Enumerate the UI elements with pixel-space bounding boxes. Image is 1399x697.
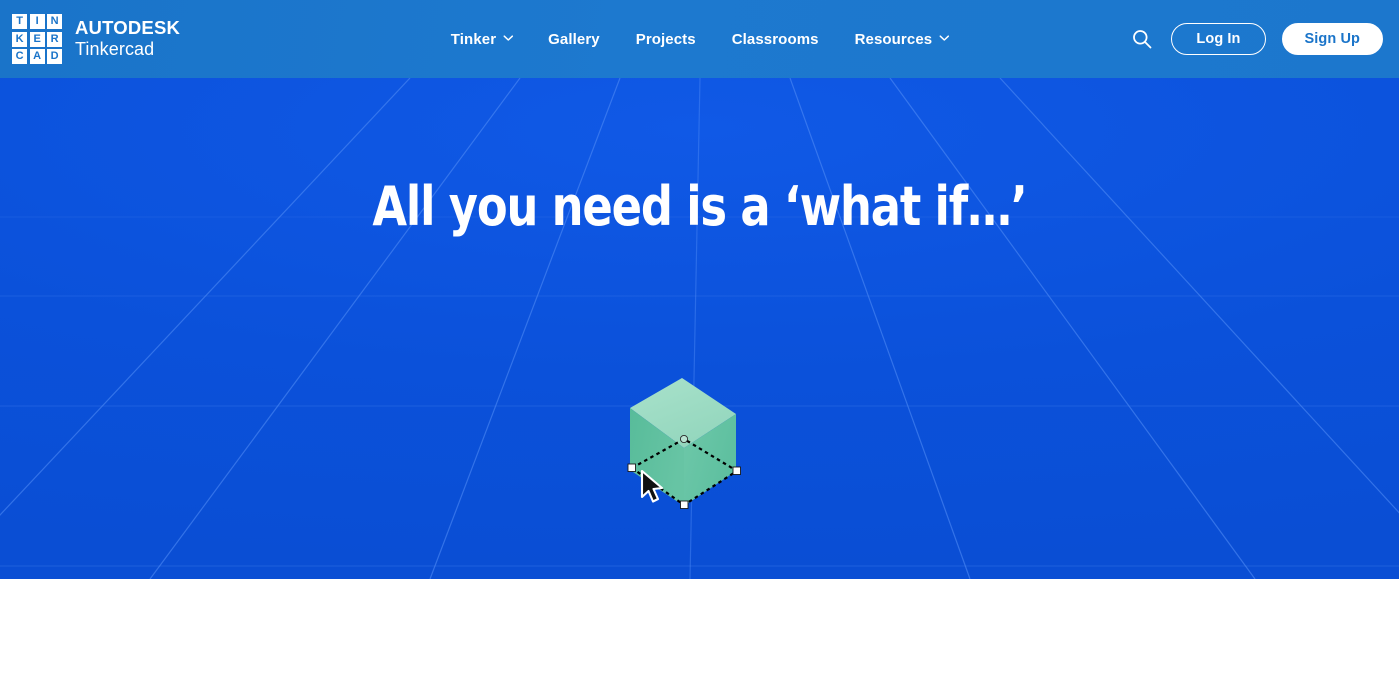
search-icon[interactable]: [1129, 26, 1155, 52]
brand-product-text: Tinkercad: [75, 39, 155, 60]
nav-item-tinker[interactable]: Tinker: [433, 23, 530, 56]
mouse-cursor: [640, 470, 664, 503]
chevron-down-icon: [939, 33, 949, 42]
sign-up-button[interactable]: Sign Up: [1281, 23, 1383, 55]
nav-item-classrooms[interactable]: Classrooms: [714, 23, 837, 56]
nav-item-gallery[interactable]: Gallery: [530, 23, 618, 56]
brand-logo-link[interactable]: T I N K E R C A D AUTODESK Tinkercad: [12, 14, 180, 64]
page-title: All you need is a ‘what if…’: [372, 175, 1027, 238]
nav-label: Resources: [854, 30, 933, 48]
nav-label: Tinker: [450, 30, 497, 48]
nav-label: Gallery: [548, 30, 600, 48]
nav-item-projects[interactable]: Projects: [618, 23, 714, 56]
logo-cell: K: [12, 31, 27, 47]
logo-cell: E: [29, 31, 45, 47]
3d-cube-model[interactable]: [610, 366, 770, 516]
below-hero-white-section: [0, 579, 1399, 697]
nav-label: Projects: [635, 30, 696, 48]
hero-section: All you need is a ‘what if…’: [0, 78, 1399, 579]
logo-cell: D: [47, 49, 62, 64]
chevron-down-icon: [503, 33, 513, 42]
logo-cell: T: [12, 14, 27, 29]
brand-autodesk-text: AUTODESK: [75, 17, 181, 39]
nav-item-resources[interactable]: Resources: [837, 23, 967, 56]
main-navigation: Tinker Gallery Projects Classrooms Resou…: [433, 23, 966, 56]
logo-cell: A: [29, 49, 45, 64]
site-header: T I N K E R C A D AUTODESK Tinkercad Tin…: [0, 0, 1399, 78]
logo-cell: R: [47, 31, 62, 47]
tinkercad-logo-icon: T I N K E R C A D: [12, 14, 62, 64]
header-actions: Log In Sign Up: [1129, 23, 1383, 55]
logo-cell: N: [47, 14, 62, 29]
logo-cell: C: [12, 49, 27, 64]
nav-label: Classrooms: [731, 30, 819, 48]
logo-cell: I: [29, 14, 45, 29]
tinkercad-homepage: T I N K E R C A D AUTODESK Tinkercad Tin…: [0, 0, 1399, 697]
log-in-button[interactable]: Log In: [1171, 23, 1266, 55]
brand-wordmark: AUTODESK Tinkercad: [75, 18, 180, 59]
